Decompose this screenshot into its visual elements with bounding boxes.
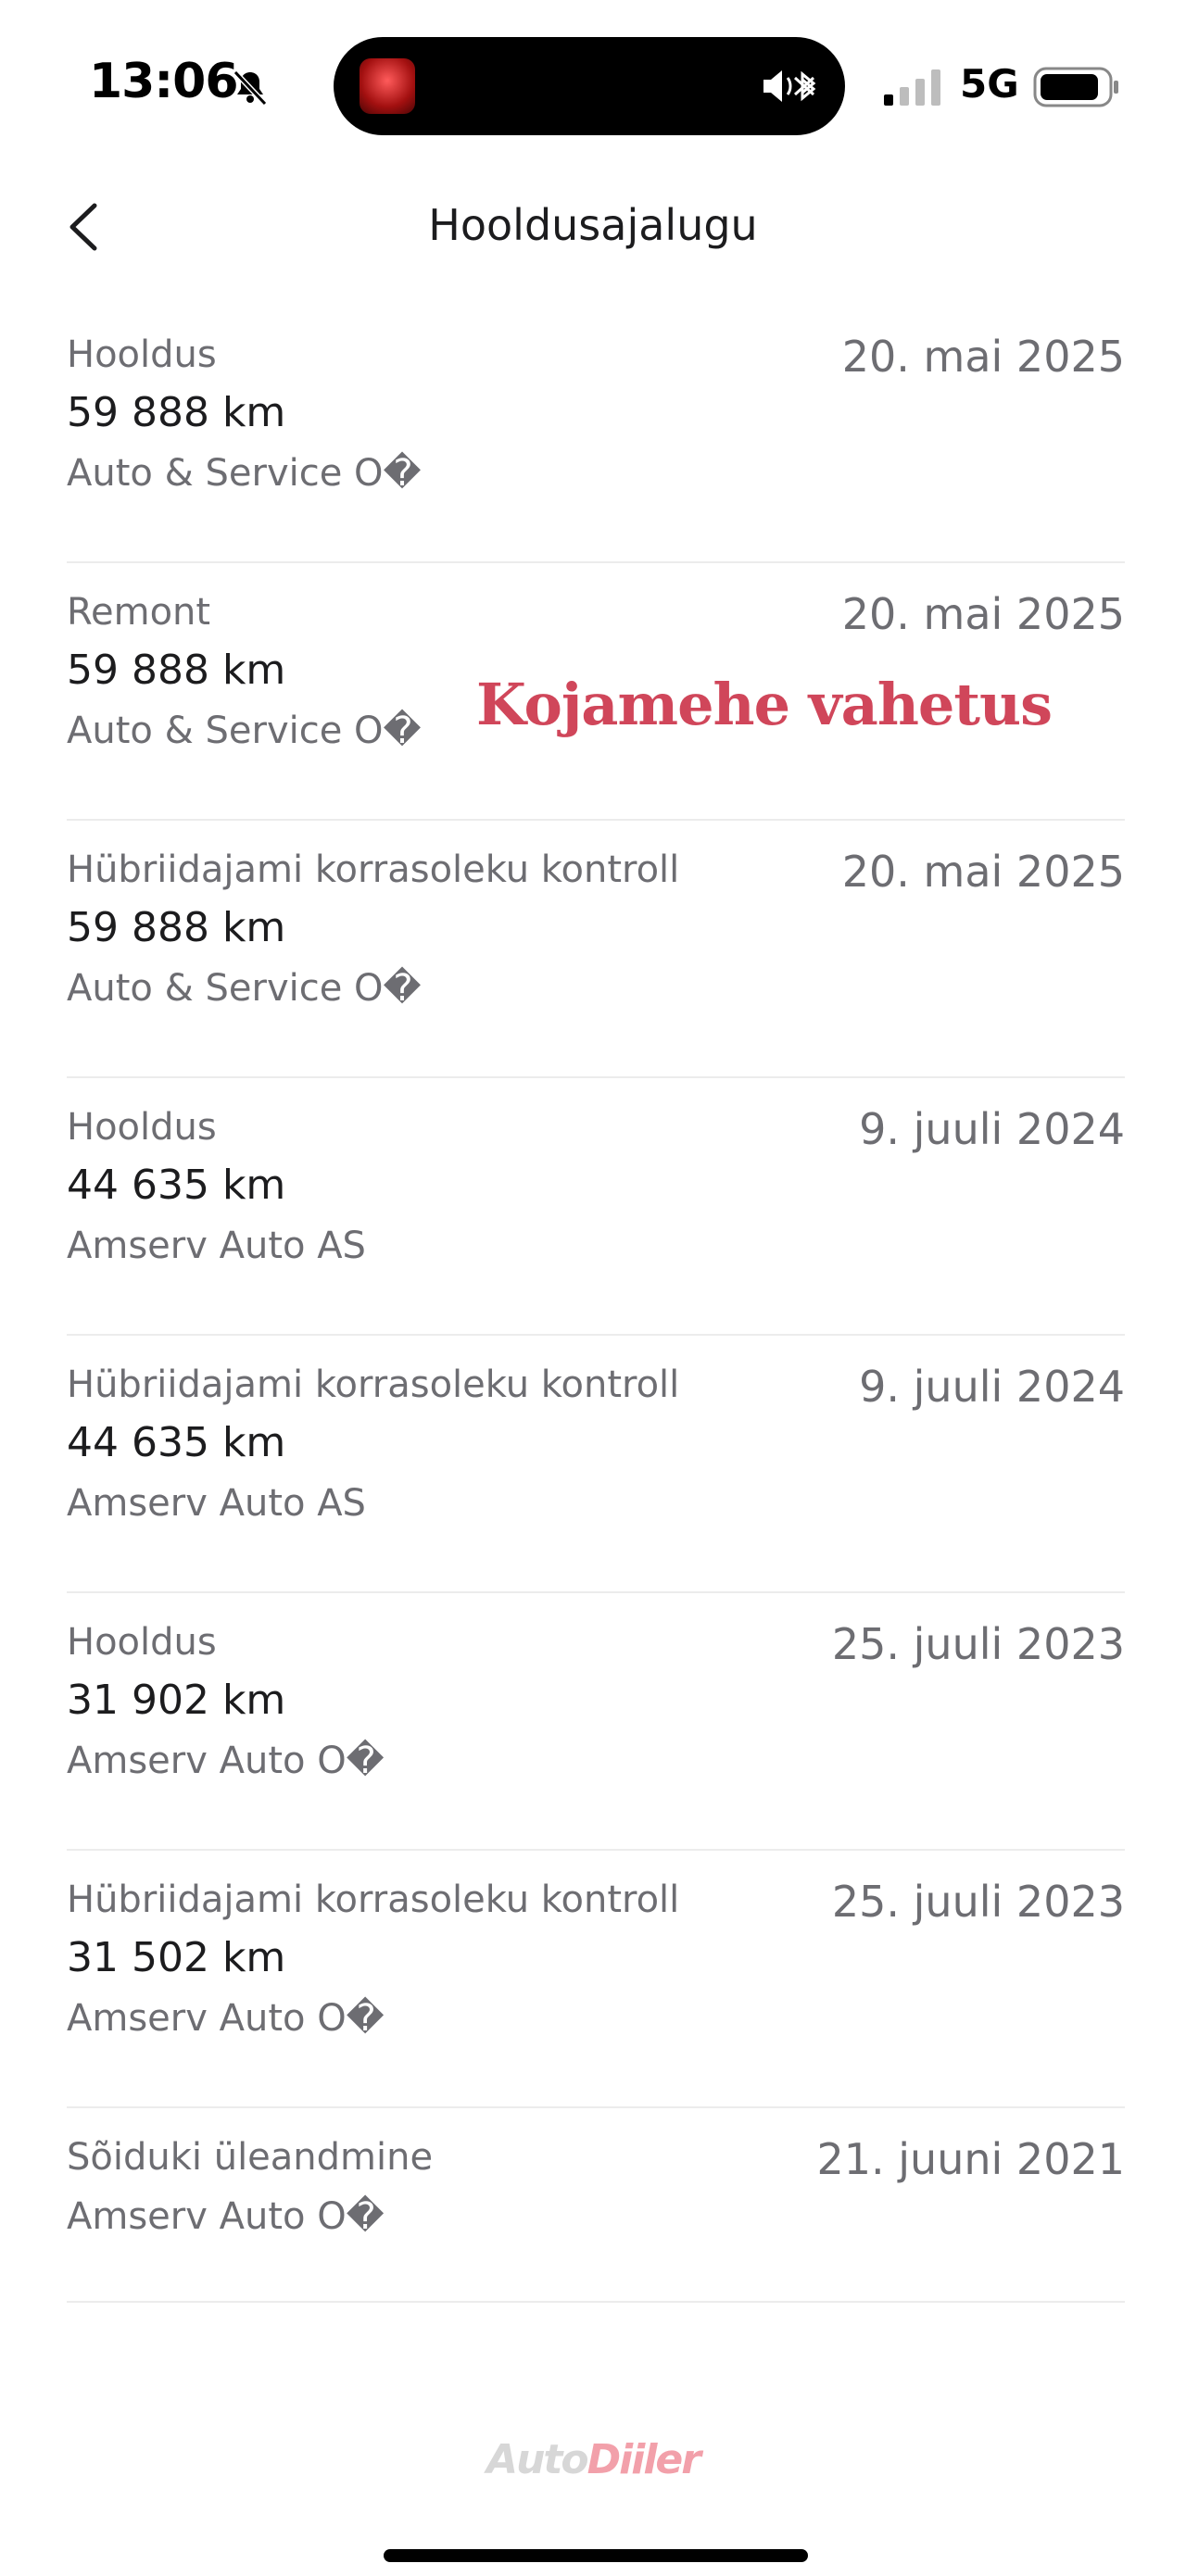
- service-type: Hübriidajami korrasoleku kontroll: [67, 1363, 680, 1406]
- service-date: 25. juuli 2023: [831, 1877, 1125, 1927]
- service-type: Hooldus: [67, 1106, 217, 1149]
- service-dealer: Amserv Auto O�: [67, 1740, 385, 1782]
- service-mileage: 59 888 km: [67, 904, 286, 951]
- home-indicator[interactable]: [384, 2549, 808, 2562]
- service-date: 21. juuni 2021: [816, 2134, 1126, 2184]
- network-type: 5G: [960, 61, 1019, 107]
- page-title: Hooldusajalugu: [428, 200, 758, 250]
- bell-slash-icon: [233, 69, 268, 107]
- battery-icon: [1033, 67, 1118, 107]
- service-dealer: Auto & Service O�: [67, 452, 422, 495]
- service-mileage: 44 635 km: [67, 1162, 286, 1209]
- service-date: 9. juuli 2024: [859, 1362, 1125, 1412]
- service-mileage: 59 888 km: [67, 647, 286, 694]
- service-mileage: 31 902 km: [67, 1677, 286, 1724]
- history-item[interactable]: Hübriidajami korrasoleku kontroll 9. juu…: [67, 1336, 1125, 1593]
- watermark-logo: AutoDiiler: [0, 2436, 1186, 2483]
- service-mileage: 44 635 km: [67, 1419, 286, 1466]
- service-type: Hooldus: [67, 333, 217, 376]
- history-item[interactable]: Hübriidajami korrasoleku kontroll 25. ju…: [67, 1851, 1125, 2108]
- service-type: Hübriidajami korrasoleku kontroll: [67, 1879, 680, 1921]
- signal-icon: [884, 69, 940, 106]
- service-date: 25. juuli 2023: [831, 1619, 1125, 1669]
- service-type: Remont: [67, 591, 211, 634]
- service-date: 20. mai 2025: [841, 332, 1125, 382]
- service-dealer: Amserv Auto AS: [67, 1225, 366, 1267]
- speaker-bluetooth-icon: [763, 70, 816, 102]
- watermark-part1: Auto: [486, 2436, 589, 2483]
- dynamic-island[interactable]: [334, 37, 845, 135]
- service-dealer: Amserv Auto O�: [67, 2195, 385, 2238]
- service-date: 20. mai 2025: [841, 589, 1125, 639]
- service-mileage: 59 888 km: [67, 389, 286, 436]
- service-type: Sõiduki üleandmine: [67, 2136, 434, 2179]
- overlay-annotation: Kojamehe vahetus: [476, 671, 1053, 738]
- service-dealer: Auto & Service O�: [67, 710, 422, 752]
- service-date: 9. juuli 2024: [859, 1104, 1125, 1154]
- service-type: Hübriidajami korrasoleku kontroll: [67, 848, 680, 891]
- status-bar: 13:06 5G: [0, 0, 1186, 157]
- service-dealer: Amserv Auto AS: [67, 1482, 366, 1525]
- history-item[interactable]: Hübriidajami korrasoleku kontroll 20. ma…: [67, 821, 1125, 1078]
- service-date: 20. mai 2025: [841, 847, 1125, 897]
- service-dealer: Amserv Auto O�: [67, 1997, 385, 2040]
- history-item[interactable]: Hooldus 9. juuli 2024 44 635 km Amserv A…: [67, 1078, 1125, 1336]
- service-dealer: Auto & Service O�: [67, 967, 422, 1010]
- history-item[interactable]: Hooldus 25. juuli 2023 31 902 km Amserv …: [67, 1593, 1125, 1851]
- history-item[interactable]: Sõiduki üleandmine 21. juuni 2021 Amserv…: [67, 2108, 1125, 2303]
- history-item[interactable]: Hooldus 20. mai 2025 59 888 km Auto & Se…: [67, 306, 1125, 563]
- screen: 13:06 5G Hooldusajalugu Hooldus 20. mai …: [0, 0, 1186, 2576]
- watermark-part2: Diiler: [587, 2436, 701, 2483]
- service-mileage: 31 502 km: [67, 1934, 286, 1981]
- status-time: 13:06: [89, 54, 239, 109]
- service-history-list: Hooldus 20. mai 2025 59 888 km Auto & Se…: [67, 306, 1125, 2303]
- now-playing-artwork-icon: [360, 58, 415, 114]
- service-type: Hooldus: [67, 1621, 217, 1664]
